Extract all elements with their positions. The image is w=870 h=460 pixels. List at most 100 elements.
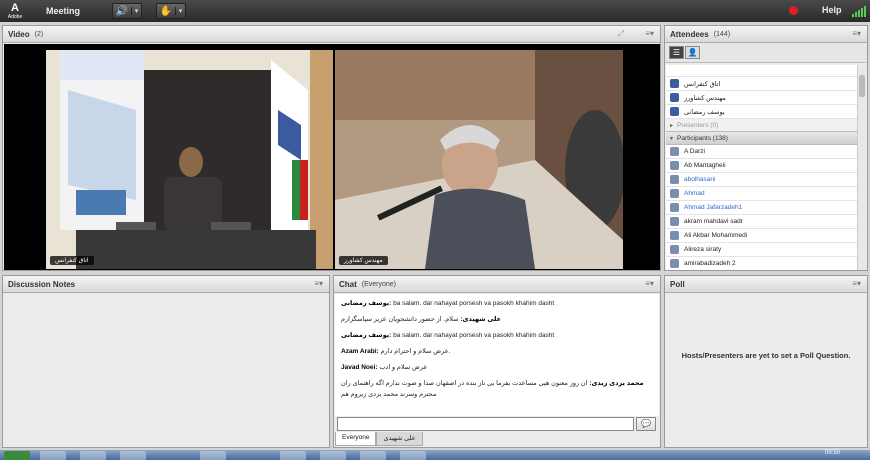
tab-everyone[interactable]: Everyone xyxy=(335,432,377,446)
meeting-toolbar: A Adobe Meeting 🔊 ▾ ✋ ▾ xyxy=(0,0,870,22)
chat-pod-header: Chat (Everyone) ≡▾ xyxy=(334,276,660,293)
user-icon xyxy=(670,161,679,170)
attendee-name: Ahmad xyxy=(684,190,705,197)
taskbar-app[interactable] xyxy=(320,451,346,460)
user-icon xyxy=(670,147,679,156)
pod-options-icon[interactable]: ≡▾ xyxy=(645,279,654,288)
os-taskbar: 09:50 xyxy=(0,450,870,460)
poll-pod-header: Poll ≡▾ xyxy=(665,276,867,293)
attendee-scrollbar[interactable] xyxy=(857,65,866,270)
chat-text: ba salam. dar nahayat porsesh va pasokh … xyxy=(393,332,555,339)
attendee-name: یوسف رمضانی xyxy=(684,108,725,116)
chat-sender: علی شهیدی: xyxy=(460,316,502,323)
chat-sender: Azam Arabi: xyxy=(341,348,379,355)
attendee-row[interactable]: Ahmad Jafarzadeh1 xyxy=(666,201,859,215)
video-count: (2) xyxy=(34,30,44,38)
presenters-section-header[interactable]: ▸ Presenters (0) xyxy=(666,119,859,132)
user-icon xyxy=(670,217,679,226)
status-button[interactable]: ✋ ▾ xyxy=(156,3,187,19)
conference-room-scene xyxy=(46,50,333,269)
attendee-row[interactable]: amirabadizadeh 2 xyxy=(666,257,859,270)
chat-message: Javad Noei: عرض سلام و ادب xyxy=(341,362,653,373)
record-icon[interactable] xyxy=(789,6,798,15)
pod-options-icon[interactable]: ≡▾ xyxy=(314,279,323,288)
attendee-name: amirabadizadeh 2 xyxy=(684,260,736,267)
chat-sender: یوسف رمضانی: xyxy=(341,332,392,339)
video-feed-speaker[interactable]: مهندس کشاورز xyxy=(335,50,623,269)
attendee-row[interactable]: akram mahdavi sadr xyxy=(666,215,859,229)
list-view-icon[interactable]: ☰ xyxy=(669,46,684,59)
chat-input[interactable] xyxy=(337,416,634,431)
discussion-pod-title: Discussion Notes xyxy=(8,279,76,289)
chat-text: ba salam. dar nahayat porsesh va pasokh … xyxy=(393,300,555,307)
attendee-row-host[interactable]: مهندس کشاورز xyxy=(666,91,859,105)
chat-pod-title: Chat xyxy=(339,279,357,289)
chat-messages: یوسف رمضانی: ba salam. dar nahayat porse… xyxy=(335,294,659,416)
taskbar-app[interactable] xyxy=(400,451,426,460)
meeting-menu[interactable]: Meeting xyxy=(46,6,80,16)
chat-message: یوسف رمضانی: ba salam. dar nahayat porse… xyxy=(341,330,653,341)
chat-text: عرض سلام و ادب xyxy=(379,364,428,371)
user-icon xyxy=(670,189,679,198)
pod-options-icon[interactable]: ≡▾ xyxy=(645,29,654,38)
audio-button[interactable]: 🔊 ▾ xyxy=(112,3,143,19)
chevron-down-icon[interactable]: ▾ xyxy=(175,7,185,15)
clock: 09:50 xyxy=(824,450,840,456)
chat-text: سلام. از حضور دانشجویان عزیز سپاسگزارم xyxy=(341,316,459,323)
presenters-label: Presenters (0) xyxy=(677,121,719,129)
chevron-down-icon[interactable]: ▾ xyxy=(131,7,141,15)
chat-message: علی شهیدی: سلام. از حضور دانشجویان عزیز … xyxy=(341,314,653,325)
attendee-name: Ali Akbar Mohammedi xyxy=(684,232,748,239)
attendee-row[interactable]: Alireza siraty xyxy=(666,243,859,257)
send-message-icon[interactable]: 💬 xyxy=(636,416,656,431)
attendee-name: مهندس کشاورز xyxy=(684,94,726,102)
attendee-row-host[interactable]: یوسف رمضانی xyxy=(666,105,859,119)
chat-input-row: 💬 xyxy=(337,416,659,431)
attendee-row[interactable]: A Darzi xyxy=(666,145,859,159)
fullscreen-icon[interactable]: ⤢ xyxy=(618,29,624,39)
video-pod-title: Video xyxy=(8,29,30,39)
status-view-icon[interactable]: 👤 xyxy=(685,46,700,59)
scrollbar-thumb[interactable] xyxy=(859,75,865,97)
host-icon xyxy=(670,93,679,102)
attendee-row-host[interactable]: اتاق کنفرانس xyxy=(666,77,859,91)
attendees-pod: Attendees (144) ≡▾ ☰ 👤 اتاق کنفرانس مهند… xyxy=(664,25,868,271)
attendee-row[interactable]: abolhasani xyxy=(666,173,859,187)
taskbar-app[interactable] xyxy=(80,451,106,460)
participants-section-header[interactable]: ▾ Participants (138) xyxy=(666,132,859,145)
attendee-name: abolhasani xyxy=(684,176,716,183)
taskbar-app[interactable] xyxy=(200,451,226,460)
feed-label: مهندس کشاورز xyxy=(339,256,388,265)
attendee-name: A Darzi xyxy=(684,148,705,155)
attendee-row[interactable]: Ali Akbar Mohammedi xyxy=(666,229,859,243)
user-icon xyxy=(670,231,679,240)
raise-hand-icon: ✋ xyxy=(159,5,173,17)
attendee-row[interactable]: Ahmad xyxy=(666,187,859,201)
taskbar-app[interactable] xyxy=(360,451,386,460)
discussion-notes-pod: Discussion Notes ≡▾ xyxy=(2,275,330,448)
start-button[interactable] xyxy=(4,451,30,460)
attendee-row[interactable]: Ab Mantagheii xyxy=(666,159,859,173)
chat-text: عرض سلام و احترام دارم. xyxy=(380,348,451,355)
taskbar-app[interactable] xyxy=(40,451,66,460)
user-icon xyxy=(670,175,679,184)
video-feed-conference-room[interactable]: اتاق کنفرانس xyxy=(46,50,333,269)
tab-private-chat[interactable]: علی شهیدی xyxy=(376,432,423,446)
pod-options-icon[interactable]: ≡▾ xyxy=(852,279,861,288)
taskbar-app[interactable] xyxy=(280,451,306,460)
chat-message: یوسف رمضانی: ba salam. dar nahayat porse… xyxy=(341,298,653,309)
pod-options-icon[interactable]: ≡▾ xyxy=(852,29,861,38)
adobe-logo: A Adobe xyxy=(0,0,30,22)
video-area: اتاق کنفرانس مهندس کشاورز xyxy=(4,44,660,270)
discussion-pod-header: Discussion Notes ≡▾ xyxy=(3,276,329,293)
chat-sender: Javad Noei: xyxy=(341,364,378,371)
attendee-count: (144) xyxy=(713,30,731,38)
chat-text: ان روز معنون هیی مساعدت بفرما بی ناز بند… xyxy=(341,380,588,398)
attendee-view-toolbar: ☰ 👤 xyxy=(665,43,867,63)
help-menu[interactable]: Help xyxy=(822,5,842,15)
attendee-name: akram mahdavi sadr xyxy=(684,218,743,225)
poll-empty-message: Hosts/Presenters are yet to set a Poll Q… xyxy=(681,351,851,360)
attendee-list: اتاق کنفرانس مهندس کشاورز یوسف رمضانی ▸ … xyxy=(666,65,859,270)
taskbar-app[interactable] xyxy=(120,451,146,460)
video-pod: Video (2) ⤢ ≡▾ اتاق کنفرانس مهندس کشاورز xyxy=(2,25,661,271)
